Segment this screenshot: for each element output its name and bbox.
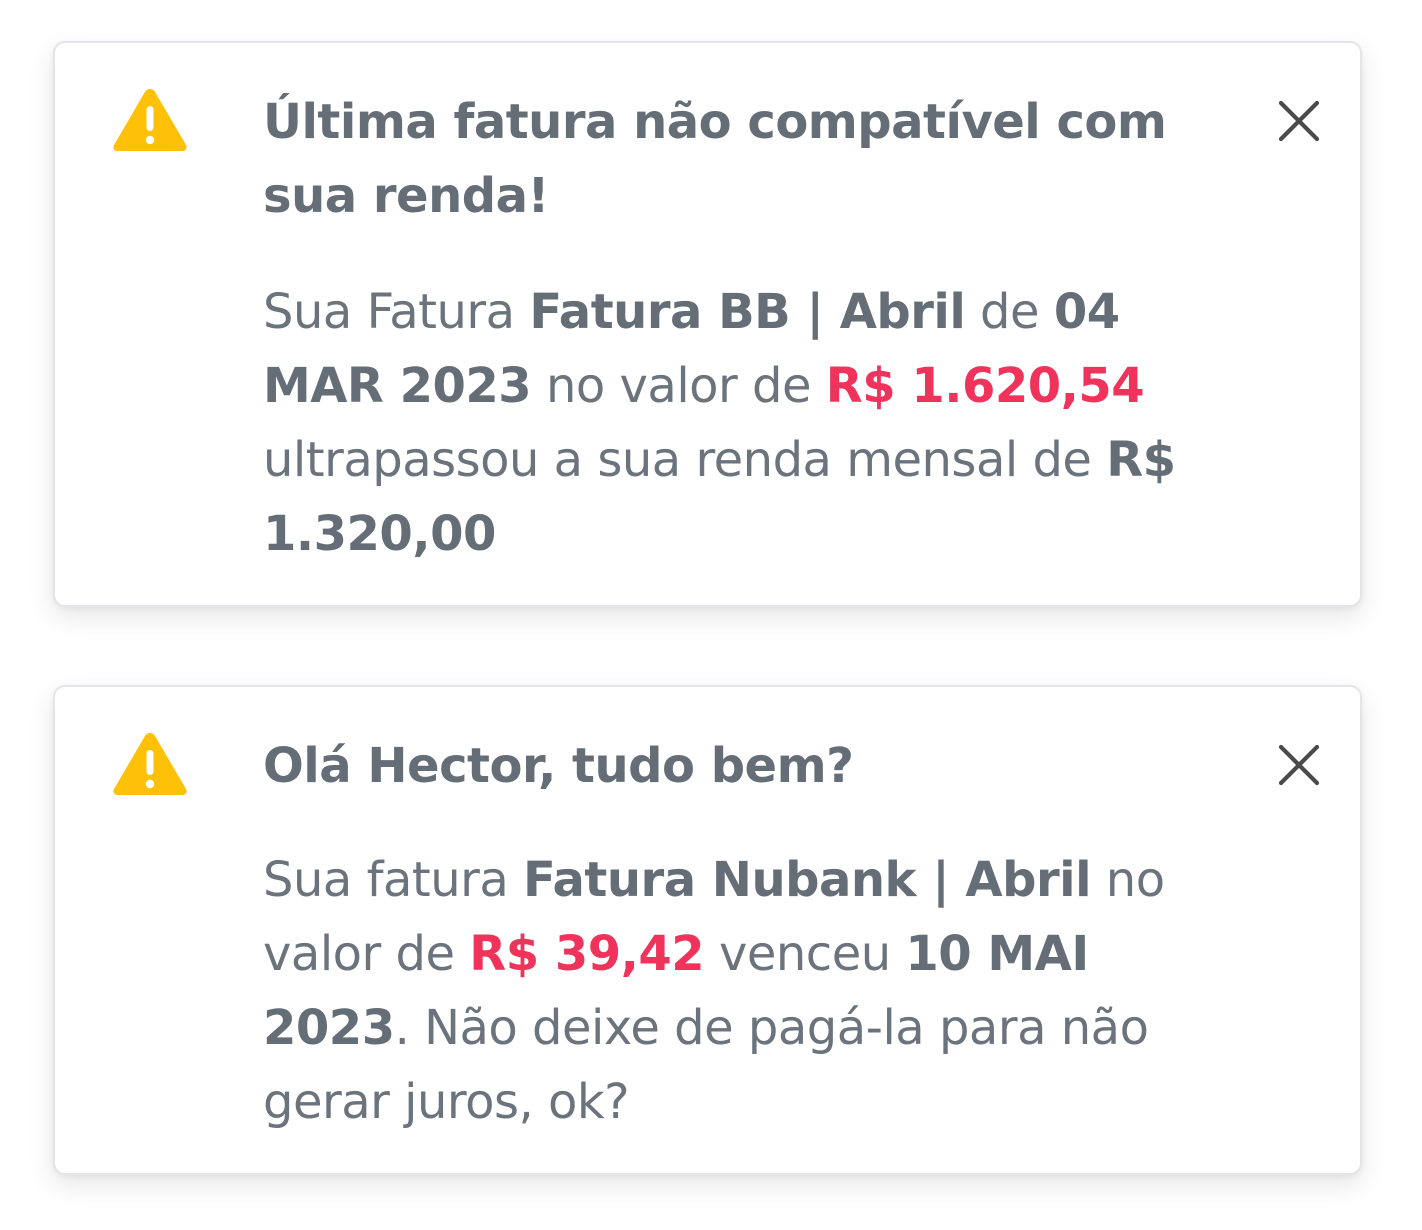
alert-card-income-exceeded: Última fatura não compatível com sua ren… (53, 41, 1362, 607)
message-text: de (965, 284, 1054, 340)
alert-content: Olá Hector, tudo bem? Sua fatura Fatura … (263, 729, 1183, 1139)
alert-title: Olá Hector, tudo bem? (263, 738, 854, 794)
invoice-amount: R$ 39,42 (469, 926, 705, 982)
close-icon[interactable] (1276, 98, 1322, 144)
message-text: no valor de (531, 358, 826, 414)
message-text: Sua Fatura (263, 284, 530, 340)
alert-title: Última fatura não compatível com sua ren… (263, 94, 1167, 224)
message-text: venceu (704, 926, 906, 982)
message-text: Sua fatura (263, 852, 524, 908)
message-text: . Não deixe de pagá-la para não gerar ju… (263, 1000, 1149, 1130)
invoice-amount: R$ 1.620,54 (825, 358, 1145, 414)
alert-card-invoice-due: Olá Hector, tudo bem? Sua fatura Fatura … (53, 685, 1362, 1175)
warning-icon (113, 89, 187, 151)
invoice-name: Fatura Nubank | Abril (523, 852, 1092, 908)
alert-message: Sua fatura Fatura Nubank | Abril no valo… (263, 843, 1183, 1139)
close-icon[interactable] (1276, 742, 1322, 788)
alert-message: Sua Fatura Fatura BB | Abril de 04 MAR 2… (263, 275, 1183, 571)
warning-icon (113, 733, 187, 795)
invoice-name: Fatura BB | Abril (529, 284, 966, 340)
message-text: ultrapassou a sua renda mensal de (263, 432, 1107, 488)
alert-content: Última fatura não compatível com sua ren… (263, 85, 1183, 571)
